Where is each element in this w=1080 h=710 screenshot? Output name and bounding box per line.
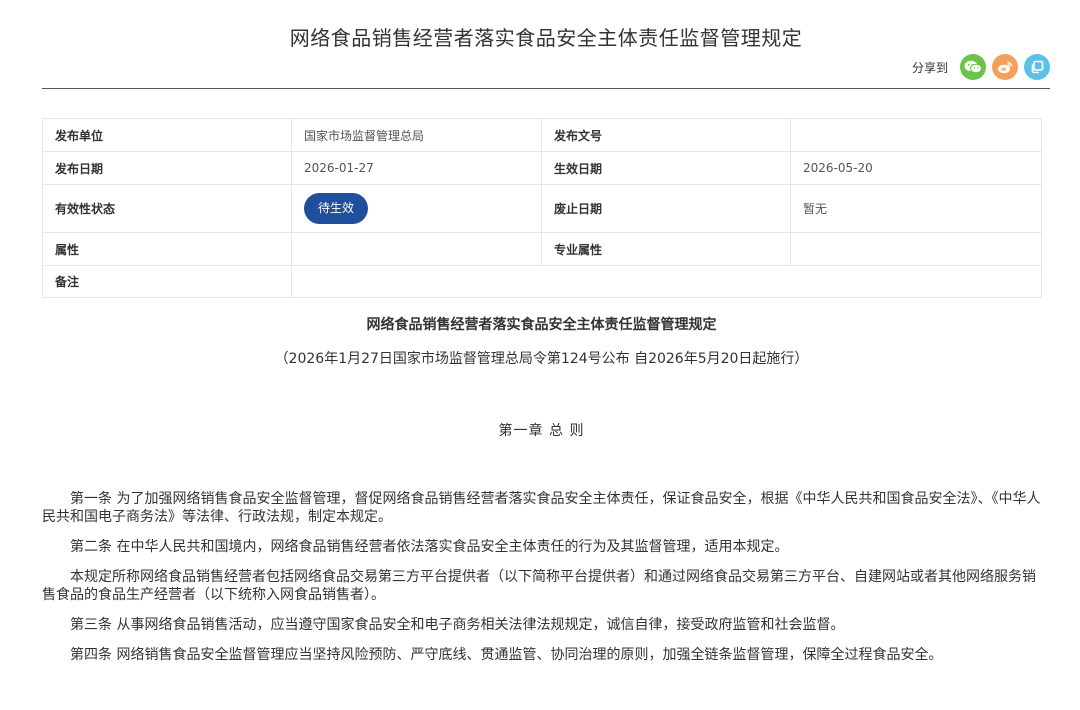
wechat-icon[interactable] xyxy=(960,54,986,80)
attribute-value xyxy=(291,232,542,266)
remarks-value xyxy=(291,265,1042,298)
publisher-label: 发布单位 xyxy=(42,118,292,152)
article-paragraph: 第四条 网络销售食品安全监督管理应当坚持风险预防、严守底线、贯通监管、协同治理的… xyxy=(70,647,943,663)
copy-icon[interactable] xyxy=(1024,54,1050,80)
header-divider xyxy=(42,88,1050,89)
table-row: 发布日期 2026-01-27 生效日期 2026-05-20 xyxy=(42,151,1042,185)
document-body: 第一条 为了加强网络销售食品安全监督管理，督促网络食品销售经营者落实食品安全主体… xyxy=(42,490,1042,676)
page-title: 网络食品销售经营者落实食品安全主体责任监督管理规定 xyxy=(289,26,803,50)
professional-attribute-label: 专业属性 xyxy=(541,232,791,266)
article-paragraph: 第三条 从事网络食品销售活动，应当遵守国家食品安全和电子商务相关法律法规规定，诚… xyxy=(70,617,845,633)
effective-date-value: 2026-05-20 xyxy=(790,151,1042,185)
share-bar: 分享到 xyxy=(912,53,1050,81)
attribute-label: 属性 xyxy=(42,232,292,266)
metadata-table: 发布单位 国家市场监督管理总局 发布文号 发布日期 2026-01-27 生效日… xyxy=(42,118,1042,298)
effective-date-label: 生效日期 xyxy=(541,151,791,185)
status-badge: 待生效 xyxy=(304,193,369,224)
article-paragraph: 第二条 在中华人民共和国境内，网络食品销售经营者依法落实食品安全主体责任的行为及… xyxy=(70,539,789,555)
article-paragraph: 本规定所称网络食品销售经营者包括网络食品交易第三方平台提供者（以下简称平台提供者… xyxy=(42,569,1036,603)
publish-date-label: 发布日期 xyxy=(42,151,292,185)
table-row: 属性 专业属性 xyxy=(42,232,1042,266)
document-heading: 网络食品销售经营者落实食品安全主体责任监督管理规定 xyxy=(366,317,717,333)
professional-attribute-value xyxy=(790,232,1042,266)
table-row: 备注 xyxy=(42,265,1042,298)
article-paragraph: 第一条 为了加强网络销售食品安全监督管理，督促网络食品销售经营者落实食品安全主体… xyxy=(42,491,1041,525)
publish-date-value: 2026-01-27 xyxy=(291,151,542,185)
publisher-value: 国家市场监督管理总局 xyxy=(291,118,542,152)
table-row: 发布单位 国家市场监督管理总局 发布文号 xyxy=(42,118,1042,152)
validity-value-cell: 待生效 xyxy=(291,184,542,233)
share-label: 分享到 xyxy=(911,60,948,75)
chapter-title: 第一章 总 则 xyxy=(498,423,585,439)
remarks-label: 备注 xyxy=(42,265,292,298)
doc-number-value xyxy=(790,118,1042,152)
repeal-date-label: 废止日期 xyxy=(541,184,791,233)
repeal-date-value: 暂无 xyxy=(790,184,1042,233)
validity-label: 有效性状态 xyxy=(42,184,292,233)
document-subheading: （2026年1月27日国家市场监督管理总局令第124号公布 自2026年5月20… xyxy=(274,351,809,367)
weibo-icon[interactable] xyxy=(992,54,1018,80)
table-row: 有效性状态 待生效 废止日期 暂无 xyxy=(42,184,1042,233)
doc-number-label: 发布文号 xyxy=(541,118,791,152)
